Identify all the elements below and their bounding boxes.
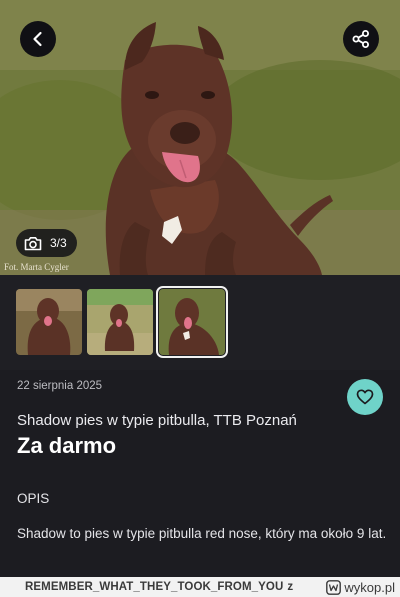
thumbnail-2-image [87, 289, 153, 355]
listing-title: Shadow pies w typie pitbulla, TTB Poznań [17, 412, 297, 429]
listing-details: 22 sierpnia 2025 Shadow pies w typie pit… [0, 370, 400, 577]
listing-date: 22 sierpnia 2025 [17, 380, 103, 392]
listing-description: Shadow to pies w typie pitbulla red nose… [17, 526, 387, 541]
back-button[interactable] [20, 21, 56, 57]
photo-counter-text: 3/3 [50, 236, 67, 250]
share-icon [351, 29, 371, 49]
thumbnail-2[interactable] [87, 289, 153, 355]
photo-credit: Fot. Marta Cygler [4, 262, 69, 272]
description-heading: OPIS [17, 491, 50, 506]
favorite-button[interactable] [347, 379, 383, 415]
thumbnail-3[interactable] [156, 286, 228, 358]
thumbnail-strip [0, 275, 400, 370]
thumbnail-3-image [159, 289, 225, 355]
wykop-logo-icon [326, 579, 342, 595]
heart-icon [356, 389, 374, 405]
listing-price: Za darmo [17, 433, 117, 458]
uploader-suffix: z [287, 581, 294, 593]
camera-icon [24, 236, 42, 251]
uploader-name: REMEMBER_WHAT_THEY_TOOK_FROM_YOU [25, 581, 284, 593]
share-button[interactable] [343, 21, 379, 57]
chevron-left-icon [29, 30, 47, 48]
site-name: wykop.pl [344, 579, 395, 595]
watermark-bar: REMEMBER_WHAT_THEY_TOOK_FROM_YOU z wykop… [0, 577, 400, 597]
thumbnail-1-image [16, 289, 82, 355]
thumbnail-1[interactable] [16, 289, 82, 355]
site-brand: wykop.pl [326, 580, 395, 595]
photo-gallery[interactable]: 3/3 Fot. Marta Cygler [0, 0, 400, 275]
photo-counter[interactable]: 3/3 [16, 229, 77, 257]
